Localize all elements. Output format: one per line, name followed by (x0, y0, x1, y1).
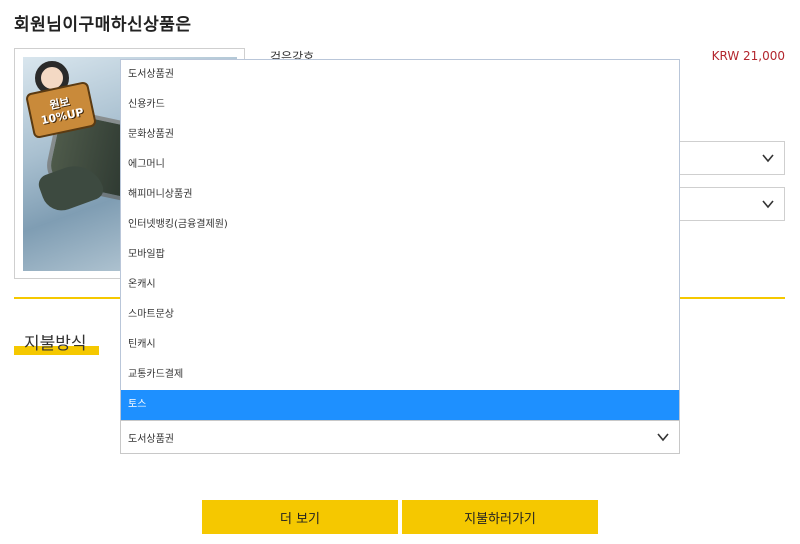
payment-method-select[interactable]: 도서상품권 (120, 420, 680, 454)
promo-badge-line2: 10%UP (39, 105, 85, 128)
dropdown-option[interactable]: 모바일팝 (121, 240, 679, 270)
go-to-payment-button[interactable]: 지불하러가기 (402, 500, 598, 534)
payment-method-dropdown[interactable]: 도서상품권 신용카드 문화상품권 에그머니 해피머니상품권 인터넷뱅킹(금융결제… (120, 59, 680, 420)
dropdown-option-highlighted[interactable]: 토스 (121, 390, 679, 420)
dropdown-option[interactable]: 에그머니 (121, 150, 679, 180)
dropdown-option[interactable]: 신용카드 (121, 90, 679, 120)
chevron-down-icon (762, 154, 774, 163)
dropdown-option[interactable]: 온캐시 (121, 270, 679, 300)
chevron-down-icon (762, 200, 774, 209)
chevron-down-icon (657, 433, 669, 442)
more-button[interactable]: 더 보기 (202, 500, 398, 534)
payment-method-select-value: 도서상품권 (128, 434, 174, 445)
dropdown-option[interactable]: 인터넷뱅킹(금융결제원) (121, 210, 679, 240)
product-price: KRW 21,000 (711, 49, 785, 63)
dropdown-option[interactable]: 해피머니상품권 (121, 180, 679, 210)
page-title: 회원님이구매하신상품은 (14, 15, 192, 35)
dropdown-option[interactable]: 문화상품권 (121, 120, 679, 150)
dropdown-option[interactable]: 도서상품권 (121, 60, 679, 90)
dropdown-option[interactable]: 스마트문상 (121, 300, 679, 330)
dropdown-option[interactable]: 틴캐시 (121, 330, 679, 360)
dropdown-option[interactable]: 교통카드결제 (121, 360, 679, 390)
payment-method-heading: 지불방식 (14, 333, 99, 355)
